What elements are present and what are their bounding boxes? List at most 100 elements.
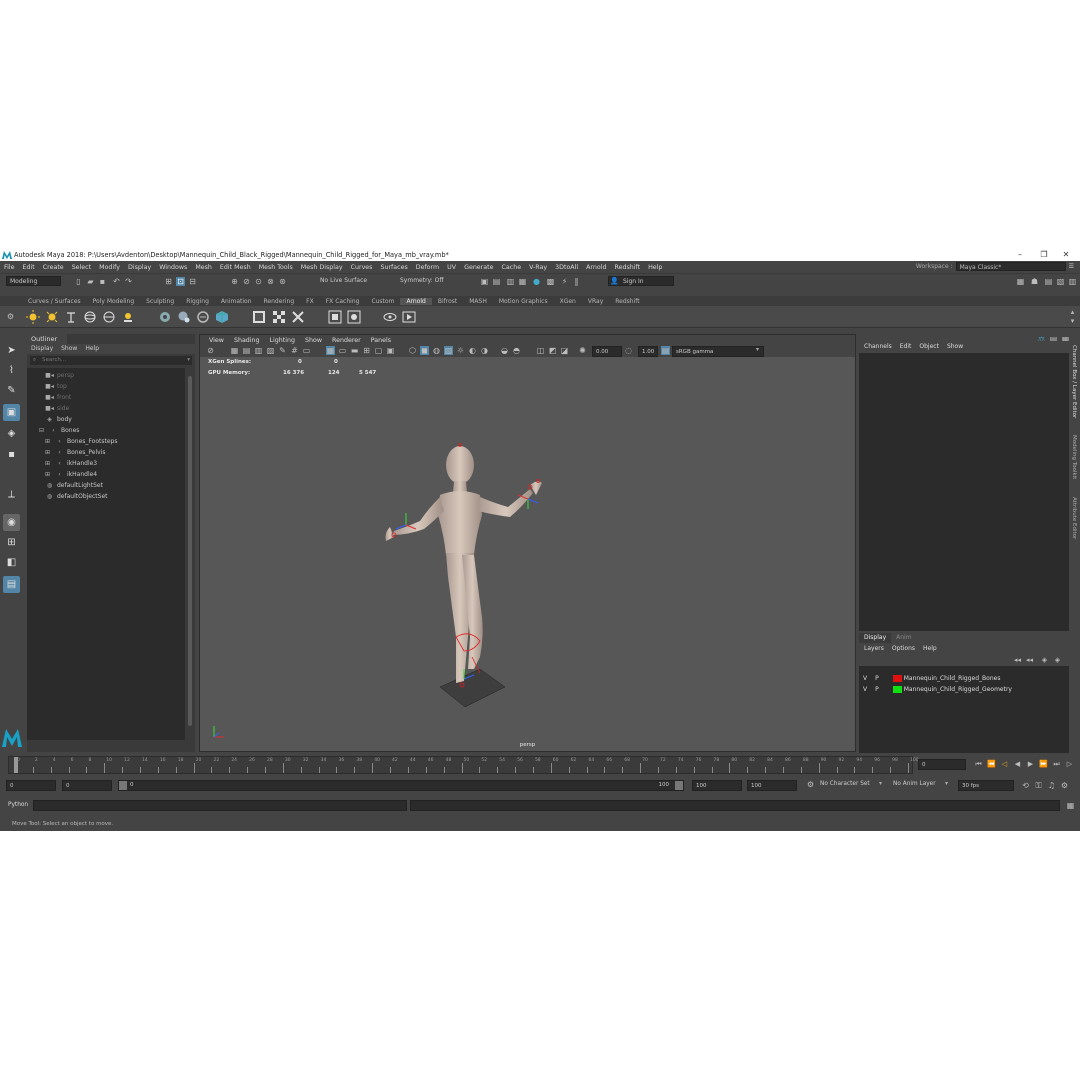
- sound-icon[interactable]: ♫: [1047, 781, 1056, 790]
- use-all-lights-icon[interactable]: ☼: [456, 346, 465, 355]
- shelf-tab-sculpting[interactable]: Sculpting: [140, 298, 180, 305]
- side-tab-channel-box[interactable]: Channel Box / Layer Editor: [1071, 345, 1077, 418]
- hypershade-icon[interactable]: ▦: [518, 277, 527, 286]
- shelf-tab-mash[interactable]: MASH: [463, 298, 493, 305]
- undo-icon[interactable]: ↶: [112, 277, 121, 286]
- image-plane-icon[interactable]: ▥: [254, 346, 263, 355]
- snap-point-icon[interactable]: ⊙: [254, 277, 263, 286]
- vray-render-icon[interactable]: ▩: [546, 277, 555, 286]
- area-light-icon[interactable]: [26, 310, 40, 324]
- anim-layer-dropdown-icon[interactable]: ▾: [945, 780, 948, 787]
- shelf-tab-rendering[interactable]: Rendering: [258, 298, 301, 305]
- move-layer-up-icon[interactable]: ◂◂: [1013, 656, 1022, 665]
- step-forward-key-icon[interactable]: ⏩: [1039, 760, 1048, 769]
- select-object-icon[interactable]: ⊡: [176, 277, 185, 286]
- outliner-item-bones[interactable]: ⊟ ‹ Bones: [37, 425, 79, 436]
- menu-mesh-display[interactable]: Mesh Display: [297, 264, 347, 271]
- playback-start-field[interactable]: 0: [62, 780, 112, 791]
- outliner-item-body[interactable]: ◈ body: [45, 414, 72, 425]
- viewport-menu-show[interactable]: Show: [300, 337, 327, 344]
- menu-surfaces[interactable]: Surfaces: [376, 264, 411, 271]
- viewport-menu-lighting[interactable]: Lighting: [265, 337, 300, 344]
- select-tool-icon[interactable]: ➤: [3, 342, 20, 359]
- lasso-tool-icon[interactable]: ⌇: [3, 362, 20, 379]
- shelf-tab-redshift[interactable]: Redshift: [609, 298, 645, 305]
- loop-icon[interactable]: ⟲: [1021, 781, 1030, 790]
- tool-settings-icon[interactable]: ▧: [1056, 277, 1065, 286]
- menu-display[interactable]: Display: [124, 264, 155, 271]
- channel-menu-object[interactable]: Object: [919, 341, 939, 353]
- smooth-shade-icon[interactable]: ◼: [420, 346, 429, 355]
- menu-edit[interactable]: Edit: [19, 264, 39, 271]
- live-surface-label[interactable]: No Live Surface: [320, 277, 367, 284]
- menu-vray[interactable]: V-Ray: [525, 264, 551, 271]
- shelf-tab-bifrost[interactable]: Bifrost: [432, 298, 463, 305]
- layer-menu-options[interactable]: Options: [892, 643, 915, 654]
- time-ruler[interactable]: 0 2 4 6 8 10 12 14 16 18 20 22 24 26 28 30 32 34 36 38 40 42 4…: [8, 756, 919, 774]
- pause-render-icon[interactable]: ‖: [572, 277, 581, 286]
- shelf-tab-rigging[interactable]: Rigging: [180, 298, 215, 305]
- open-scene-icon[interactable]: ▰: [86, 277, 95, 286]
- character-set-label[interactable]: No Character Set: [820, 781, 870, 787]
- shelf-tab-xgen[interactable]: XGen: [554, 298, 582, 305]
- wireframe-on-shaded-icon[interactable]: ◍: [432, 346, 441, 355]
- character-set-dropdown-icon[interactable]: ▾: [879, 780, 882, 787]
- layer-playback-toggle[interactable]: P: [875, 686, 879, 693]
- isolate-select-icon[interactable]: ◫: [536, 346, 545, 355]
- outliner-item-ikhandle3[interactable]: ⊞ ‹ ikHandle3: [43, 458, 97, 469]
- modeling-toolkit-icon[interactable]: ▦: [1016, 277, 1025, 286]
- color-space-dropdown[interactable]: sRGB gamma: [672, 346, 764, 357]
- current-frame-field[interactable]: 0: [918, 759, 966, 770]
- xray-joints-icon[interactable]: ◪: [560, 346, 569, 355]
- symmetry-label[interactable]: Symmetry: Off: [400, 277, 443, 284]
- save-scene-icon[interactable]: ▪: [98, 277, 107, 286]
- go-to-end-icon[interactable]: ⏭: [1052, 760, 1061, 769]
- select-camera-icon[interactable]: ⊘: [206, 346, 215, 355]
- side-tab-attribute-editor[interactable]: Attribute Editor: [1071, 497, 1077, 539]
- channel-menu-edit[interactable]: Edit: [900, 341, 912, 353]
- viewport-menu-shading[interactable]: Shading: [229, 337, 265, 344]
- character-controls-icon[interactable]: ☗: [1030, 277, 1039, 286]
- go-to-start-icon[interactable]: ⏮: [974, 760, 983, 769]
- channel-box-icon[interactable]: ▥: [1068, 277, 1077, 286]
- outliner-item-persp[interactable]: ■◂ persp: [45, 370, 74, 381]
- workspace-menu-icon[interactable]: ☰: [1069, 263, 1074, 270]
- gamma-icon[interactable]: ◌: [624, 346, 633, 355]
- outliner-item-default-object-set[interactable]: ◍ defaultObjectSet: [45, 491, 108, 502]
- eye-icon[interactable]: [383, 310, 397, 324]
- shelf-tab-curves-surfaces[interactable]: Curves / Surfaces: [22, 298, 87, 305]
- standin-icon[interactable]: [158, 310, 172, 324]
- outliner-item-side[interactable]: ■◂ side: [45, 403, 69, 414]
- menu-create[interactable]: Create: [39, 264, 68, 271]
- step-back-frame-icon[interactable]: ◁: [1000, 760, 1009, 769]
- safe-title-icon[interactable]: ▣: [386, 346, 395, 355]
- outliner-search-input[interactable]: Search... ⌕ ▾: [30, 356, 192, 365]
- color-management-icon[interactable]: ▤: [661, 346, 670, 355]
- motion-blur-icon[interactable]: ◒: [500, 346, 509, 355]
- snap-view-icon[interactable]: ⊗: [266, 277, 275, 286]
- menu-arnold[interactable]: Arnold: [582, 264, 610, 271]
- two-d-pan-icon[interactable]: ▨: [266, 346, 275, 355]
- scale-tool-icon[interactable]: ▪: [3, 446, 20, 463]
- menu-help[interactable]: Help: [644, 264, 666, 271]
- new-layer-icon[interactable]: ◈: [1040, 656, 1049, 665]
- search-options-icon[interactable]: ▾: [187, 356, 190, 365]
- menu-cache[interactable]: Cache: [497, 264, 525, 271]
- shelf-tab-animation[interactable]: Animation: [215, 298, 258, 305]
- menu-generate[interactable]: Generate: [460, 264, 497, 271]
- arnold-render-icon[interactable]: ●: [532, 277, 541, 286]
- textured-icon[interactable]: ▧: [444, 346, 453, 355]
- expand-icon[interactable]: ⊞: [43, 471, 52, 478]
- current-time-indicator[interactable]: [14, 757, 18, 773]
- outliner-horizontal-scrollbar[interactable]: [29, 742, 184, 748]
- play-forward-icon[interactable]: ▶: [1026, 760, 1035, 769]
- wireframe-icon[interactable]: ⬡: [408, 346, 417, 355]
- layer-menu-help[interactable]: Help: [923, 643, 937, 654]
- select-hierarchy-icon[interactable]: ⊞: [164, 277, 173, 286]
- command-input[interactable]: [33, 800, 407, 811]
- channel-menu-channels[interactable]: Channels: [864, 341, 892, 353]
- select-component-icon[interactable]: ⊟: [188, 277, 197, 286]
- expand-icon[interactable]: ⊞: [43, 449, 52, 456]
- range-start-handle[interactable]: [119, 781, 127, 790]
- script-editor-icon[interactable]: ▦: [1066, 801, 1075, 810]
